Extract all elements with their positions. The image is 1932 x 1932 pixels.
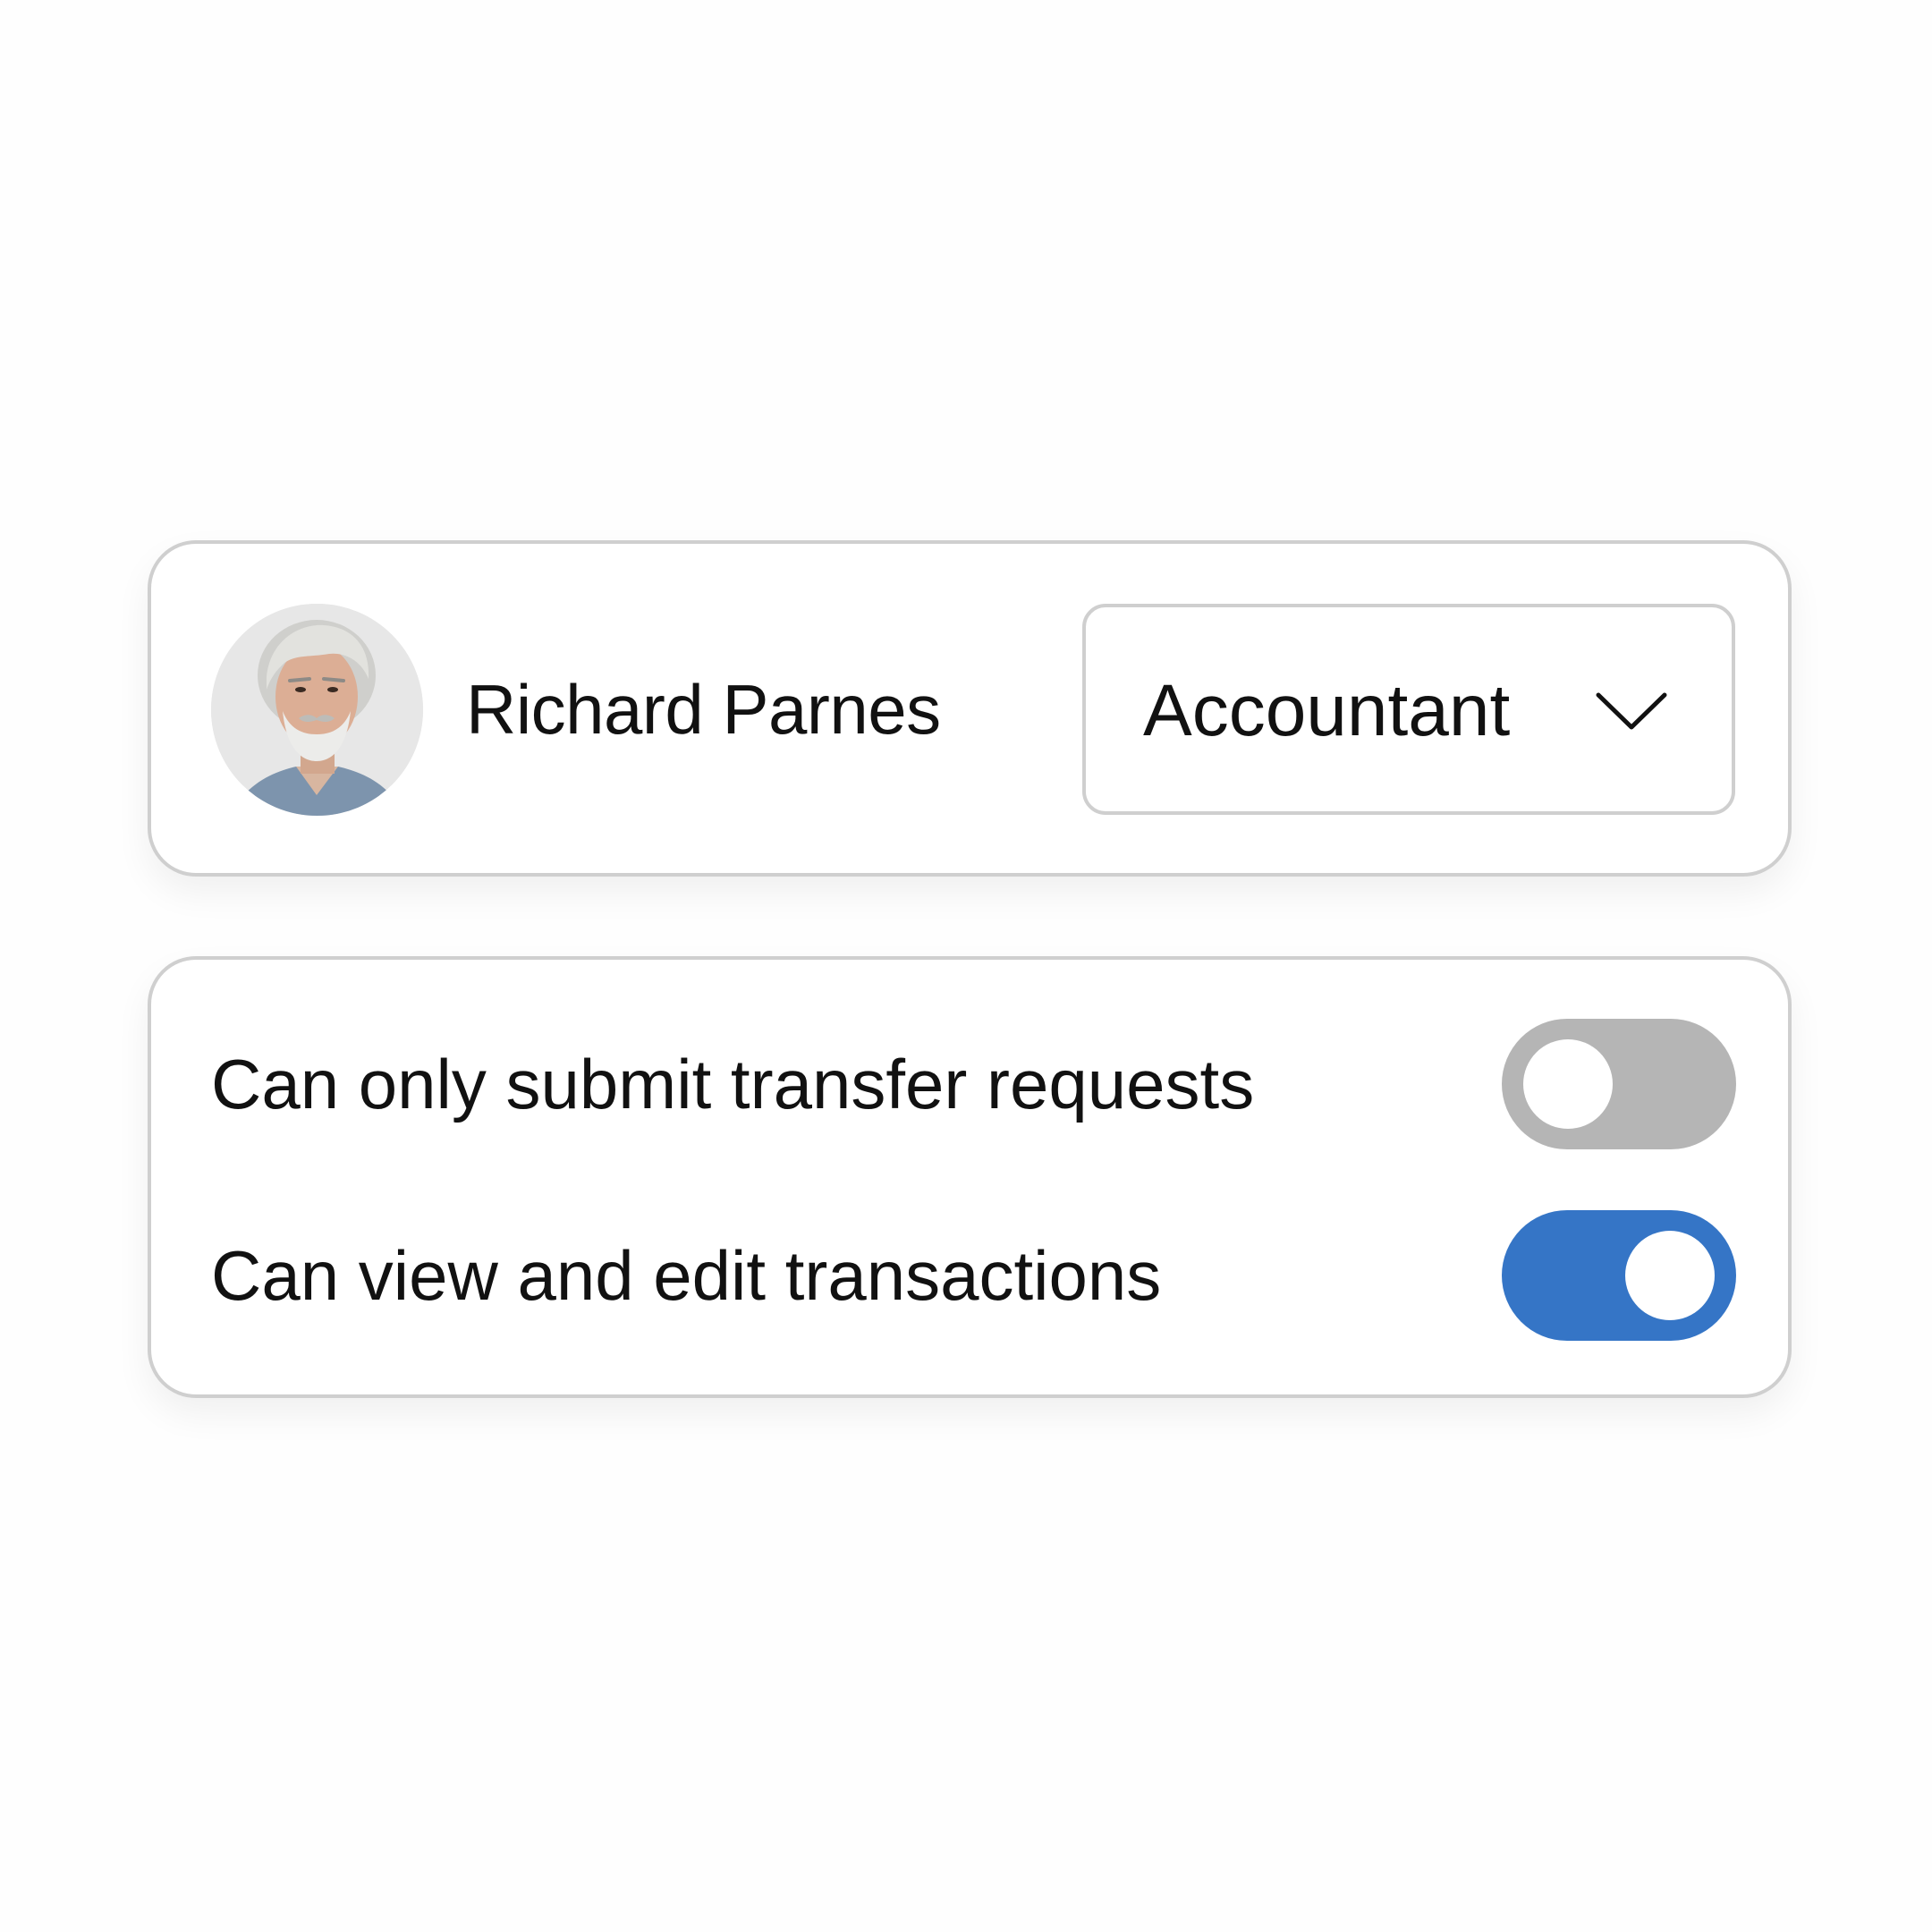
submit-transfers-toggle[interactable] (1502, 1019, 1736, 1149)
permissions-panel: Richard Parnes Accountant Can only submi… (0, 0, 1932, 1932)
chevron-down-icon (1596, 692, 1667, 730)
permission-label: Can only submit transfer requests (211, 1045, 1255, 1123)
permission-row-submit-transfers: Can only submit transfer requests (151, 1019, 1788, 1149)
permissions-card: Can only submit transfer requests Can vi… (148, 956, 1792, 1398)
role-dropdown[interactable]: Accountant (1082, 604, 1735, 815)
toggle-knob (1625, 1231, 1715, 1320)
permission-row-edit-transactions: Can view and edit transactions (151, 1210, 1788, 1341)
avatar-photo (211, 604, 423, 816)
avatar (211, 604, 423, 816)
toggle-knob (1523, 1039, 1613, 1129)
user-name: Richard Parnes (466, 670, 941, 749)
role-dropdown-value: Accountant (1143, 670, 1511, 751)
user-card: Richard Parnes Accountant (148, 540, 1792, 877)
edit-transactions-toggle[interactable] (1502, 1210, 1736, 1341)
permission-label: Can view and edit transactions (211, 1236, 1162, 1315)
